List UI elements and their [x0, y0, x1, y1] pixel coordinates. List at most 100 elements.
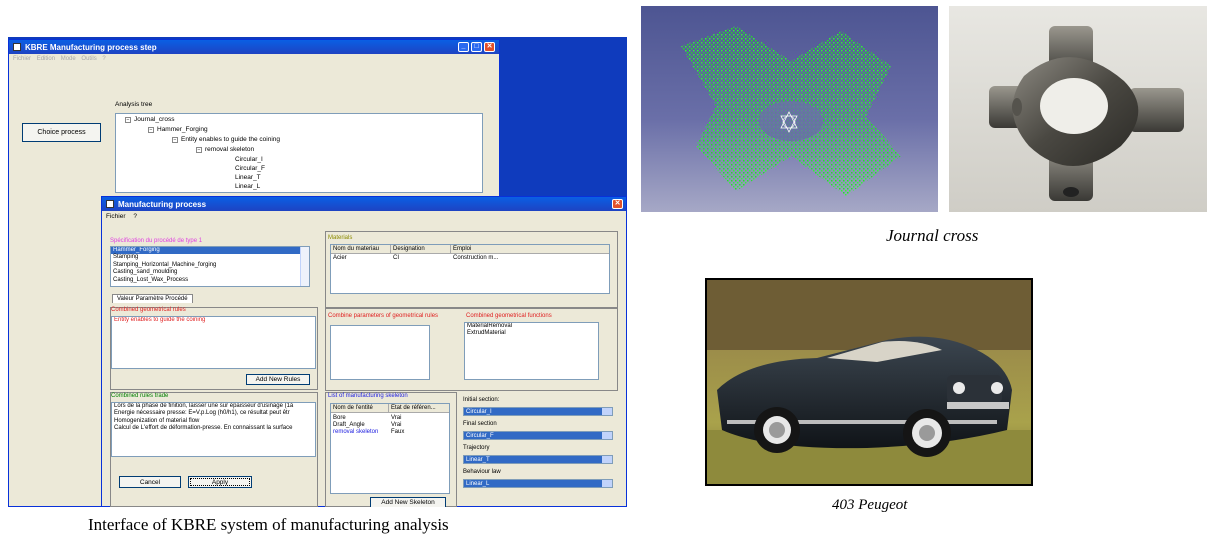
- add-new-skeleton-button[interactable]: Add New Skeleton: [370, 497, 446, 507]
- chevron-down-icon[interactable]: [602, 432, 612, 439]
- combine-params-panel: Combine parameters of geometrical rules …: [325, 308, 618, 391]
- table-cell[interactable]: Acier: [333, 255, 347, 261]
- menu-help[interactable]: ?: [102, 56, 105, 62]
- maximize-icon[interactable]: □: [471, 42, 482, 52]
- skeleton-row[interactable]: Draft_Angle: [333, 422, 365, 428]
- choice-process-button[interactable]: Choice process: [22, 123, 101, 142]
- spec-label: Spécification du procédé de type 1: [110, 238, 203, 244]
- kbre-window-title: KBRE Manufacturing process step: [25, 42, 157, 52]
- process-item[interactable]: Hammer_Forging: [111, 247, 309, 255]
- tree-node-journal-cross[interactable]: − Journal_cross: [125, 116, 174, 123]
- initial-section-label: Initial section:: [463, 397, 500, 403]
- mp-title-bar: Manufacturing process ✕: [102, 197, 626, 211]
- collapse-icon[interactable]: −: [196, 147, 202, 153]
- initial-section-select[interactable]: Circular_I: [463, 407, 613, 416]
- skeleton-panel: List of manufacturing skeleton Nom de l'…: [325, 392, 457, 507]
- skeleton-state[interactable]: Faux: [391, 429, 404, 435]
- skeleton-row[interactable]: removal skeleton: [333, 429, 378, 435]
- skeleton-row[interactable]: Bore: [333, 415, 346, 421]
- process-list[interactable]: Hammer_Forging Stamping Stamping_Horizon…: [110, 246, 310, 287]
- journal-cross-photo: [949, 6, 1207, 212]
- caption-journal-cross: Journal cross: [886, 226, 979, 245]
- combined-rules-label: Combined geometrical rules: [111, 307, 186, 313]
- trade-line: Homogenization of material flow: [114, 417, 200, 424]
- col-header[interactable]: Designation: [391, 245, 451, 254]
- minimize-icon[interactable]: _: [458, 42, 469, 52]
- col-header[interactable]: Emploi: [451, 245, 609, 254]
- chevron-down-icon[interactable]: [602, 408, 612, 415]
- process-item[interactable]: Casting_sand_moulding: [111, 269, 309, 276]
- manufacturing-process-window: Manufacturing process ✕ Fichier ? Spécif…: [101, 196, 627, 507]
- caption-kbre-interface: Interface of KBRE system of manufacturin…: [88, 515, 449, 534]
- kbre-screenshot: KBRE Manufacturing process step _ □ ✕ Fi…: [8, 37, 627, 507]
- kbre-title-bar: KBRE Manufacturing process step _ □ ✕: [9, 40, 499, 54]
- skeleton-label: List of manufacturing skeleton: [328, 393, 408, 399]
- behaviour-law-label: Behaviour law: [463, 469, 501, 475]
- combine-params-box[interactable]: [330, 325, 430, 380]
- col-header[interactable]: Nom du materiau: [331, 245, 391, 254]
- tree-node-removal-skeleton[interactable]: − removal skeleton: [196, 146, 254, 153]
- menu-fichier[interactable]: Fichier: [106, 213, 126, 220]
- trade-line: Lors de la phase de finition, laisser un…: [114, 403, 294, 409]
- rules-trade-label: Combined rules trade: [111, 393, 169, 399]
- materials-panel: Materials Nom du materiau Designation Em…: [325, 231, 618, 308]
- add-new-rules-button[interactable]: Add New Rules: [246, 374, 310, 385]
- menu-help[interactable]: ?: [133, 213, 137, 220]
- tree-node-hammer-forging[interactable]: − Hammer_Forging: [148, 126, 208, 133]
- table-cell[interactable]: Construction m...: [453, 255, 498, 261]
- app-icon: [13, 43, 21, 51]
- trajectory-select[interactable]: Linear_T: [463, 455, 613, 464]
- menu-mode[interactable]: Mode: [61, 56, 76, 62]
- combined-rules-box[interactable]: Entity enables to guide the coining: [111, 316, 316, 369]
- collapse-icon[interactable]: −: [125, 117, 131, 123]
- rules-trade-panel: Combined rules trade Lors de la phase de…: [110, 392, 318, 507]
- process-item[interactable]: Stamping_Horizontal_Machine_forging: [111, 262, 309, 269]
- col-header[interactable]: Etat de référen...: [389, 404, 449, 413]
- skeleton-table: Nom de l'entité Etat de référen... Bore …: [330, 403, 450, 494]
- rule-item[interactable]: Entity enables to guide the coining: [112, 317, 315, 324]
- tree-node-circular-i[interactable]: Circular_I: [235, 156, 263, 163]
- combined-rules-panel: Combined geometrical rules Entity enable…: [110, 307, 318, 390]
- chevron-down-icon[interactable]: [602, 480, 612, 487]
- behaviour-law-select[interactable]: Linear_L: [463, 479, 613, 488]
- cancel-button[interactable]: Cancel: [119, 476, 181, 488]
- menu-fichier[interactable]: Fichier: [13, 56, 31, 62]
- kbre-menu-bar: Fichier Edition Mode Outils ?: [9, 54, 499, 64]
- collapse-icon[interactable]: −: [172, 137, 178, 143]
- function-item[interactable]: MaterialRemoval: [465, 323, 598, 330]
- tree-node-circular-f[interactable]: Circular_F: [235, 165, 265, 172]
- combine-params-label: Combine parameters of geometrical rules: [328, 313, 439, 319]
- journal-cross-point-cloud: [641, 6, 938, 212]
- close-icon[interactable]: ✕: [612, 199, 623, 209]
- materials-label: Materials: [328, 235, 353, 241]
- rules-trade-box[interactable]: Lors de la phase de finition, laisser un…: [111, 402, 316, 457]
- chevron-down-icon[interactable]: [602, 456, 612, 463]
- tab-valeur-parametre[interactable]: Valeur Paramètre Procédé: [112, 294, 193, 303]
- close-icon[interactable]: ✕: [484, 42, 495, 52]
- function-item[interactable]: ExtrudMaterial: [465, 330, 598, 337]
- list-scrollbar[interactable]: [300, 247, 309, 286]
- process-item[interactable]: Stamping: [111, 254, 309, 261]
- peugeot-403-photo: [705, 278, 1033, 486]
- combined-functions-box[interactable]: MaterialRemoval ExtrudMaterial: [464, 322, 599, 380]
- col-header[interactable]: Nom de l'entité: [331, 404, 389, 413]
- menu-edition[interactable]: Edition: [37, 56, 55, 62]
- apply-button[interactable]: Apply: [188, 476, 252, 488]
- final-section-label: Final section: [463, 421, 497, 427]
- materials-table: Nom du materiau Designation Emploi Acier…: [330, 244, 610, 294]
- skeleton-state[interactable]: Vrai: [391, 422, 401, 428]
- trajectory-label: Trajectory: [463, 445, 490, 451]
- menu-outils[interactable]: Outils: [81, 56, 96, 62]
- collapse-icon[interactable]: −: [148, 127, 154, 133]
- skeleton-state[interactable]: Vrai: [391, 415, 401, 421]
- analysis-tree-label: Analysis tree: [115, 101, 153, 108]
- caption-peugeot: 403 Peugeot: [832, 497, 908, 513]
- tree-node-entity[interactable]: − Entity enables to guide the coining: [172, 136, 280, 143]
- process-item[interactable]: Casting_Lost_Wax_Process: [111, 277, 309, 284]
- final-section-select[interactable]: Circular_F: [463, 431, 613, 440]
- trade-line: Energie nécessaire presse: E=V.p.Log (h0…: [114, 410, 290, 417]
- tree-node-linear-l[interactable]: Linear_L: [235, 183, 260, 190]
- mp-window-title: Manufacturing process: [118, 199, 207, 209]
- table-cell[interactable]: CI: [393, 255, 399, 261]
- tree-node-linear-t[interactable]: Linear_T: [235, 174, 261, 181]
